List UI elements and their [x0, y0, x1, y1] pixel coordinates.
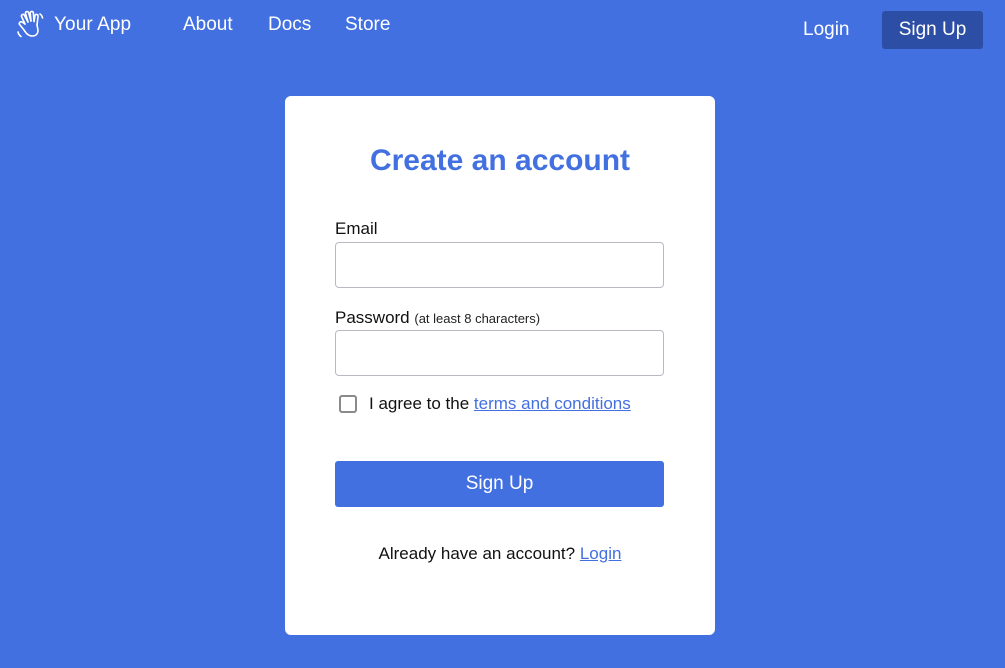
nav-signup-button[interactable]: Sign Up	[882, 11, 983, 49]
login-prompt: Already have an account? Login	[285, 544, 715, 564]
nav-link-store[interactable]: Store	[345, 14, 390, 36]
terms-label: I agree to the terms and conditions	[369, 394, 631, 414]
password-hint: (at least 8 characters)	[414, 311, 541, 326]
login-link[interactable]: Login	[580, 544, 622, 563]
card-title: Create an account	[369, 144, 631, 177]
signup-card: Create an account Email Password (at lea…	[285, 96, 715, 635]
email-field[interactable]	[335, 242, 664, 288]
brand-name: Your App	[54, 14, 132, 35]
email-label-text: Email	[335, 219, 378, 238]
login-prompt-text: Already have an account?	[378, 544, 580, 563]
terms-row: I agree to the terms and conditions	[339, 394, 631, 414]
terms-prefix: I agree to the	[369, 394, 474, 413]
nav-login-link[interactable]: Login	[803, 19, 850, 41]
password-label-text: Password	[335, 308, 410, 327]
password-field[interactable]	[335, 330, 664, 376]
brand-link[interactable]: Your App	[16, 10, 131, 40]
waving-hand-icon	[16, 10, 44, 40]
email-label: Email	[335, 219, 378, 239]
nav-link-docs[interactable]: Docs	[268, 14, 311, 36]
terms-link[interactable]: terms and conditions	[474, 394, 631, 413]
nav-link-about[interactable]: About	[183, 14, 233, 36]
signup-submit-button[interactable]: Sign Up	[335, 461, 664, 507]
terms-checkbox[interactable]	[339, 395, 357, 413]
page: Your App About Docs Store Login Sign Up …	[0, 0, 1005, 668]
password-label: Password (at least 8 characters)	[335, 308, 540, 328]
